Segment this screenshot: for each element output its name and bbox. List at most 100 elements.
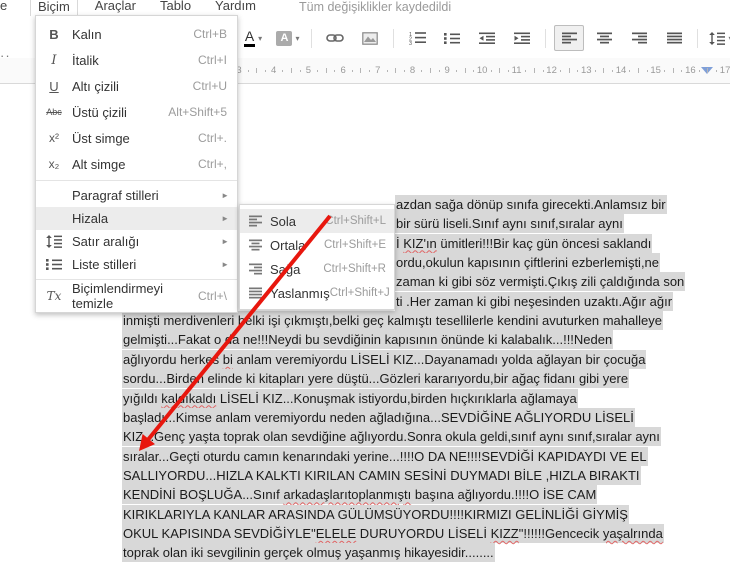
submenu-arrow-icon: ►: [221, 191, 229, 200]
menu-item-sat-r-aral-g[interactable]: Satır aralığı ►: [36, 230, 237, 253]
menu-item-kal-n[interactable]: B Kalın Ctrl+B: [36, 21, 237, 47]
submenu-item-yaslanm-s[interactable]: Yaslanmış Ctrl+Shift+J: [240, 281, 394, 305]
menu-item-hizala[interactable]: Hizala ►: [36, 207, 237, 230]
align-left-button[interactable]: [554, 25, 584, 51]
ruler-number: 15: [650, 65, 661, 76]
ruler-number: 5: [305, 65, 312, 76]
ruler-tick: [568, 68, 570, 73]
document-line[interactable]: OKUL KAPISINDA SEVDİĞİYLE"ELELE DURUYORD…: [122, 523, 664, 543]
ruler-tick: [265, 70, 266, 72]
ruler-tick: [525, 70, 527, 72]
document-line[interactable]: KIZ...Genç yaşta toprak olan sevdiğine a…: [122, 427, 661, 447]
submenu-item-label: Ortala: [270, 237, 306, 253]
ruler-tick: [429, 68, 431, 73]
menu-item-u-stu-c-izili[interactable]: Abc Üstü çizili Alt+Shift+5: [36, 99, 237, 125]
ruler-tick: [646, 70, 648, 72]
highlight-color-button[interactable]: A ▾: [273, 25, 303, 51]
bulleted-list-button[interactable]: [437, 25, 467, 51]
menu-item-alt-c-izili[interactable]: U Altı çizili Ctrl+U: [36, 73, 237, 99]
document-line[interactable]: inmişti merdivenleri belki işi çıkmıştı,…: [122, 311, 663, 331]
insert-link-button[interactable]: [320, 25, 350, 51]
toolbar-partial-icon[interactable]: ··: [0, 48, 11, 63]
document-line[interactable]: ordu,okulun kapısının çiftlerini ezberle…: [395, 253, 661, 273]
link-icon: [326, 32, 344, 44]
text-segment: DURUYORDU LİSELİ: [356, 525, 491, 541]
document-line[interactable]: yığıldı kaldıkaldı LİSELİ KIZ...Konuşmak…: [122, 388, 578, 408]
ruler-tick: [629, 70, 631, 72]
document-line[interactable]: ağlıyordu herkes bi anlam veremiyordu Lİ…: [122, 349, 647, 369]
menu-item-alt-simge[interactable]: x₂ Alt simge Ctrl+,: [36, 151, 237, 177]
subscript-icon: x₂: [48, 157, 60, 171]
ruler-number: 10: [476, 65, 488, 76]
menu-separator: [36, 180, 237, 181]
menu-item-bic-imlendirmeyi-temizle[interactable]: Tx Biçimlendirmeyi temizle Ctrl+\: [36, 281, 237, 311]
insert-image-button[interactable]: [355, 25, 385, 51]
misspelled-word: kaldıkaldı: [161, 390, 217, 406]
toolbar-separator: [393, 28, 394, 48]
menu-item-shortcut: Alt+Shift+5: [168, 105, 227, 119]
document-line[interactable]: sıralar...Geçti oturdu camın kenarındaki…: [122, 446, 648, 466]
text-segment: başladı...Kimse anlam veremiyordu neden …: [123, 409, 634, 425]
document-line[interactable]: SALLIYORDU...HIZLA KALKTI KIRILAN CAMIN …: [122, 465, 641, 485]
text-segment: azdan sağa dönüp sınıfa girecekti.Anlams…: [396, 197, 666, 212]
ruler-tick: [533, 68, 535, 73]
document-line[interactable]: zaman ki gibi söz vermişti.Çıkış zili ça…: [395, 272, 686, 292]
submenu-item-sola[interactable]: Sola Ctrl+Shift+L: [240, 209, 394, 233]
menu-item-u-st-simge[interactable]: x² Üst simge Ctrl+.: [36, 125, 237, 151]
menu-item-i-talik[interactable]: I İtalik Ctrl+I: [36, 47, 237, 73]
document-line[interactable]: bir sürü liseli.Sınıf aynı sınıf,sıralar…: [395, 214, 624, 234]
underline-icon: U: [36, 79, 72, 94]
text-segment: sıralar...Geçti oturdu camın kenarındaki…: [123, 448, 647, 464]
menu-item-paragraf-stilleri[interactable]: Paragraf stilleri ►: [36, 184, 237, 207]
misspelled-word: bi: [222, 351, 233, 367]
align-justify-button[interactable]: [659, 25, 689, 51]
ruler-tick: [594, 70, 596, 72]
document-line[interactable]: azdan sağa dönüp sınıfa girecekti.Anlams…: [395, 195, 667, 214]
document-line[interactable]: KIRIKLARIYLA KANLAR ARASINDA GÜLÜMSÜYORD…: [122, 504, 629, 524]
text-color-button[interactable]: A ▾: [238, 25, 268, 51]
ruler-number: 14: [615, 65, 627, 76]
document-line[interactable]: başladı...Kimse anlam veremiyordu neden …: [122, 407, 635, 427]
text-segment: başına ağlıyordu.!!!!O İSE CAM: [411, 487, 597, 503]
align-center-button[interactable]: [589, 25, 619, 51]
menubar-item-bic-im[interactable]: Biçim: [30, 0, 78, 16]
ruler-tick: [612, 70, 613, 72]
bold-icon: B: [49, 26, 59, 42]
document-line[interactable]: toprak olan iki sevgilinin gerçek olmuş …: [122, 543, 495, 563]
align-right-button[interactable]: [624, 25, 654, 51]
document-line[interactable]: ti .Her zaman ki gibi neşesinden uzaktı.…: [395, 291, 674, 311]
menubar-item-tablo[interactable]: Tablo: [153, 0, 198, 16]
ruler-tick: [499, 68, 501, 73]
document-line[interactable]: sordu...Birden elinde ki kitapları yere …: [122, 369, 630, 389]
submenu-item-sag-a[interactable]: Sağa Ctrl+Shift+R: [240, 257, 394, 281]
ruler-tick: [638, 68, 640, 73]
decrease-indent-button[interactable]: [472, 25, 502, 51]
menu-item-label: Liste stilleri: [72, 257, 137, 272]
align-left-icon: [561, 32, 577, 44]
submenu-arrow-icon: ►: [221, 237, 229, 246]
selected-text: KIRIKLARIYLA KANLAR ARASINDA GÜLÜMSÜYORD…: [122, 504, 629, 524]
document-line[interactable]: KENDİNİ BOŞLUĞA...Sınıf arkadaşlarıtopla…: [122, 485, 598, 505]
ruler-tick: [421, 70, 423, 72]
ruler-tick: [698, 70, 700, 72]
ruler-tick: [464, 68, 466, 73]
document-line[interactable]: İ KIZ'ın ümitleri!!!Bir kaç gün öncesi s…: [395, 233, 653, 253]
menu-item-liste-stilleri[interactable]: Liste stilleri ►: [36, 253, 237, 276]
save-status: Tüm değişiklikler kaydedildi: [298, 0, 452, 14]
menubar-item-arac-lar[interactable]: Araçlar: [88, 0, 143, 16]
submenu-item-ortala[interactable]: Ortala Ctrl+Shift+E: [240, 233, 394, 257]
ruler-tick: [603, 68, 605, 73]
ruler-number: 12: [546, 65, 557, 76]
ruler-tick: [542, 70, 544, 72]
menubar-item-yard-m[interactable]: Yardım: [208, 0, 263, 16]
ruler-tick: [360, 68, 362, 73]
numbered-list-button[interactable]: 123: [402, 25, 432, 51]
menu-item-shortcut: Ctrl+,: [197, 157, 227, 171]
ruler-tick: [317, 70, 319, 72]
document-line[interactable]: gelmişti...Fakat o da ne!!!Neydi bu sevd…: [122, 330, 614, 350]
increase-indent-button[interactable]: [507, 25, 537, 51]
ruler-tick: [438, 70, 440, 72]
line-spacing-button[interactable]: ▾: [706, 25, 730, 51]
ruler-tick: [672, 68, 674, 73]
submenu-item-shortcut: Ctrl+Shift+L: [325, 215, 386, 227]
